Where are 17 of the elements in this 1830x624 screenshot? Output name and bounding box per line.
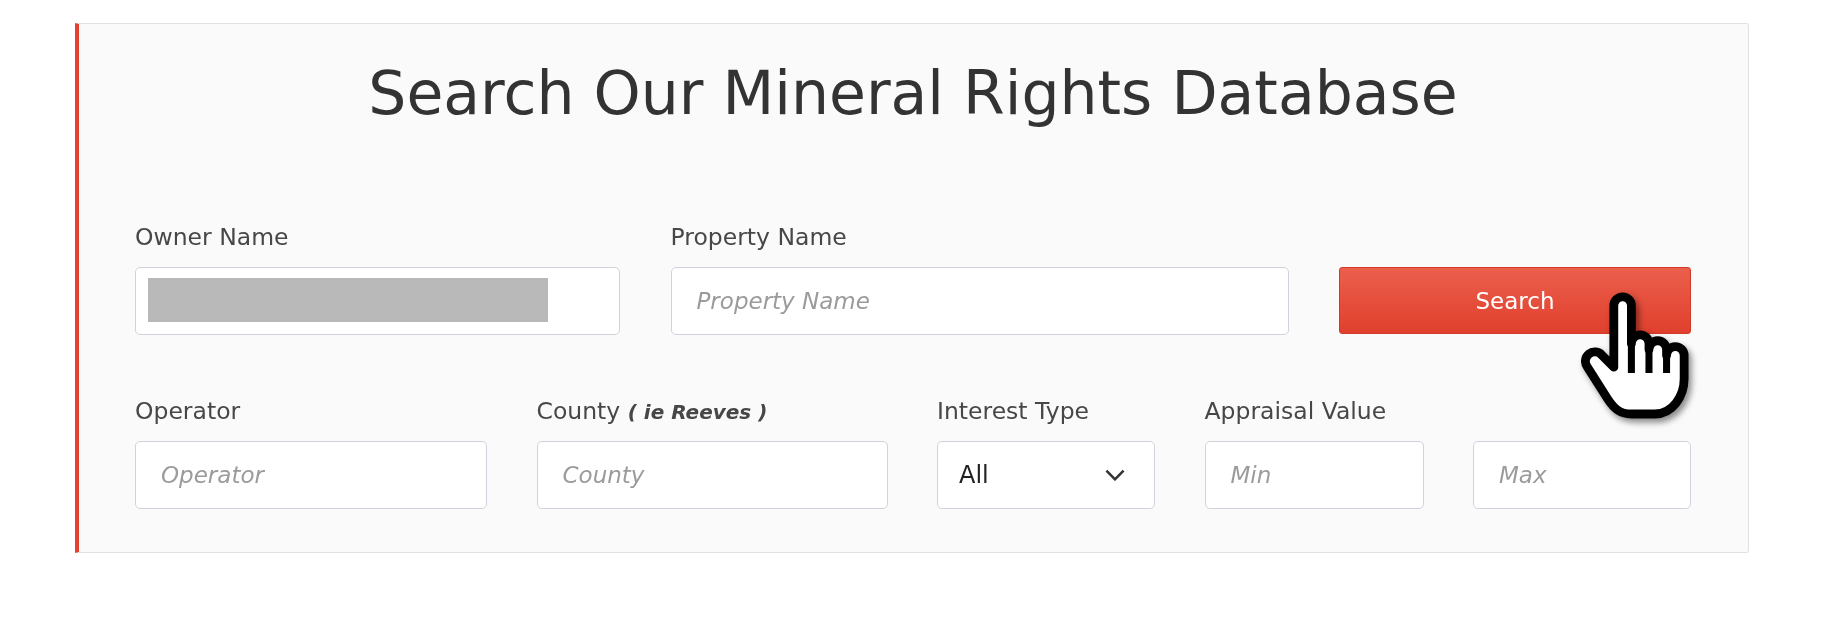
input-field[interactable]: Operator — [135, 441, 487, 509]
search-button[interactable]: Search — [1339, 267, 1691, 334]
input-field[interactable] — [135, 267, 620, 335]
field-label: Operator — [135, 396, 242, 426]
field-label: County ( ie Reeves ) — [536, 396, 769, 426]
input-field[interactable]: County — [536, 441, 888, 509]
field-label: Appraisal Value — [1204, 396, 1388, 426]
dropdown[interactable]: All — [937, 441, 1155, 509]
input-field[interactable]: Property Name — [670, 267, 1289, 335]
page-title: Search Our Mineral Rights Database — [367, 57, 1459, 129]
chevron-down-icon — [1105, 469, 1125, 481]
hand-cursor-icon — [1581, 292, 1690, 420]
input-field[interactable]: Min — [1204, 441, 1424, 509]
field-label: Property Name — [670, 222, 848, 252]
field-label: Owner Name — [135, 222, 290, 252]
field-label: Interest Type — [937, 396, 1090, 426]
input-field[interactable]: Max — [1473, 441, 1691, 509]
